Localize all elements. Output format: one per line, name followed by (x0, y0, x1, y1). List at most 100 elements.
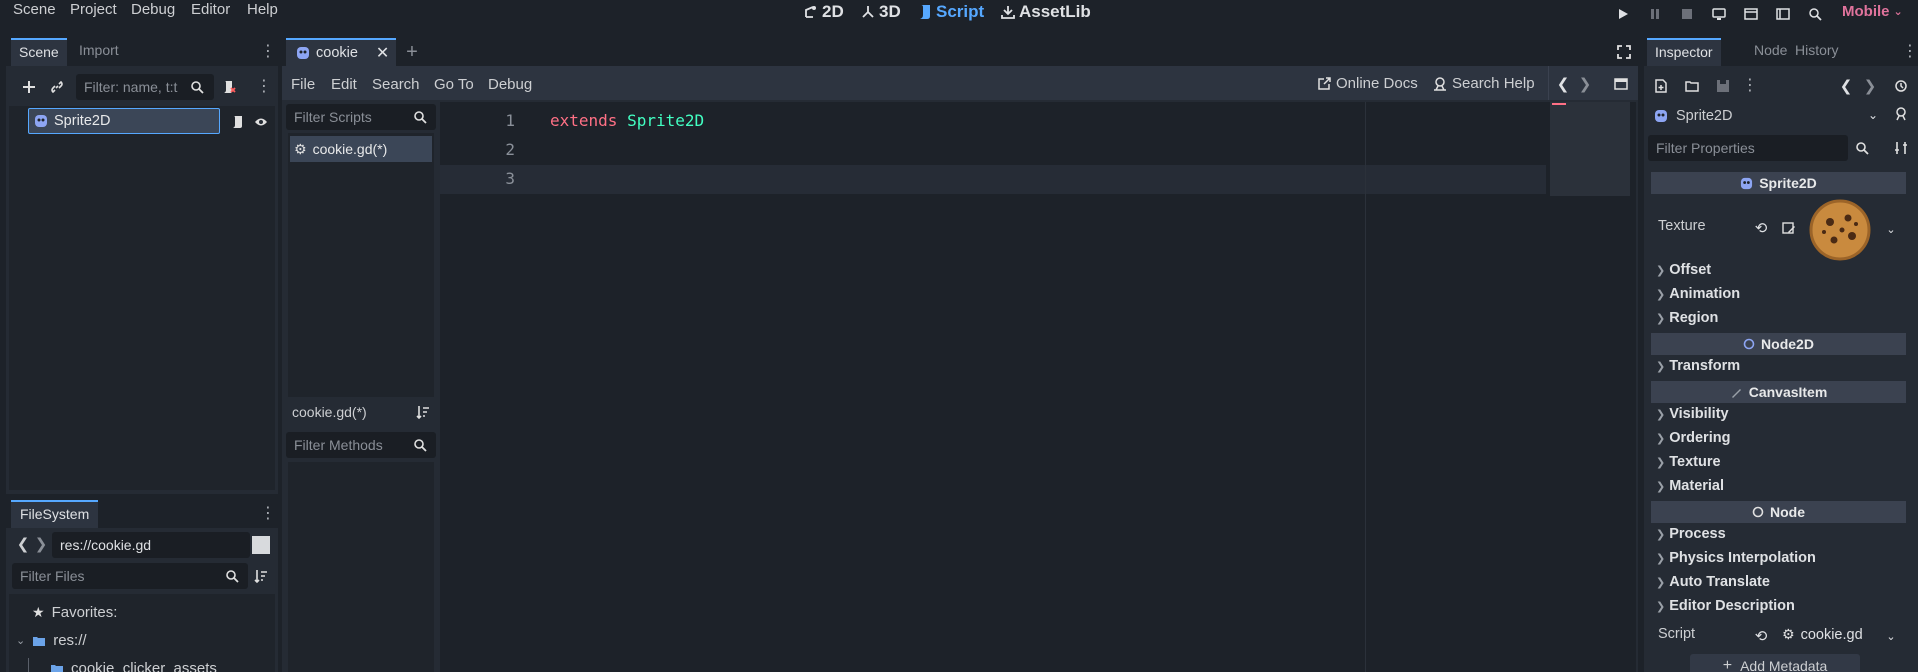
script-resource-field[interactable]: ⚙ cookie.gd (1782, 626, 1863, 643)
sort-icon[interactable] (414, 403, 432, 421)
menu-help[interactable]: Help (247, 1, 278, 18)
online-docs-button[interactable]: Online Docs (1318, 75, 1418, 92)
eye-icon[interactable] (253, 114, 269, 130)
scene-more-icon[interactable]: ⋮ (256, 79, 272, 95)
toggle-split-icon[interactable] (252, 536, 270, 554)
group-texture[interactable]: ❯ Texture (1656, 454, 1721, 470)
play-scene-icon[interactable] (1740, 4, 1762, 24)
menu-project[interactable]: Project (70, 1, 117, 18)
new-tab-icon[interactable]: + (402, 41, 422, 63)
workspace-2d-button[interactable]: 2D (804, 2, 844, 22)
property-options-icon[interactable] (1892, 139, 1910, 157)
new-resource-icon[interactable] (1651, 76, 1671, 96)
menu-debug[interactable]: Debug (131, 1, 175, 18)
dock-menu-icon[interactable]: ⋮ (260, 44, 276, 60)
workspace-script-button[interactable]: Script (918, 2, 984, 22)
methods-list (288, 462, 434, 672)
group-animation[interactable]: ❯ Animation (1656, 286, 1740, 302)
tab-filesystem[interactable]: FileSystem (11, 500, 99, 528)
next-script-icon[interactable]: ❯ (1578, 76, 1592, 93)
favorites-item[interactable]: ★ Favorites: (32, 604, 117, 621)
object-history-icon[interactable] (1892, 77, 1910, 95)
link-icon[interactable] (46, 76, 68, 98)
current-script-label: cookie.gd(*) (292, 404, 367, 420)
more-icon[interactable]: ⋮ (1742, 78, 1758, 94)
workspace-assetlib-button[interactable]: AssetLib (1001, 2, 1091, 22)
script-menu-search[interactable]: Search (372, 76, 420, 93)
tab-cookie[interactable]: cookie ✕ (286, 38, 396, 66)
chevron-down-icon[interactable]: ⌄ (1884, 628, 1898, 644)
section-node2d: Node2D (1651, 333, 1906, 355)
add-node-icon[interactable] (18, 76, 40, 98)
back-icon[interactable]: ❮ (16, 534, 30, 554)
history-back-icon[interactable]: ❮ (1839, 77, 1853, 95)
group-region[interactable]: ❯ Region (1656, 310, 1718, 326)
group-editor-description[interactable]: ❯ Editor Description (1656, 598, 1795, 614)
menu-scene[interactable]: Scene (13, 1, 56, 18)
tab-history[interactable]: History (1795, 42, 1839, 58)
minimap[interactable] (1550, 102, 1630, 196)
previous-script-icon[interactable]: ❮ (1556, 76, 1570, 93)
workspace-3d-button[interactable]: 3D (861, 2, 901, 22)
add-metadata-button[interactable]: + Add Metadata (1690, 654, 1860, 672)
toggle-scripts-panel-icon[interactable] (1612, 76, 1630, 92)
filesystem-dock: FileSystem ⋮ ❮ ❯ res://cookie.gd Filter … (6, 498, 278, 672)
group-process[interactable]: ❯ Process (1656, 526, 1726, 542)
tab-scene[interactable]: Scene (11, 38, 67, 66)
folder-icon (32, 635, 46, 647)
tab-inspector[interactable]: Inspector (1647, 38, 1721, 66)
close-icon[interactable]: ✕ (376, 43, 389, 63)
script-attached-icon[interactable] (230, 114, 246, 130)
play-icon[interactable] (1612, 4, 1634, 24)
stop-icon[interactable] (1676, 4, 1698, 24)
node-docs-icon[interactable] (1892, 105, 1910, 123)
tab-import[interactable]: Import (79, 42, 119, 58)
group-physics-interpolation[interactable]: ❯ Physics Interpolation (1656, 550, 1816, 566)
texture-edit-icon[interactable] (1780, 219, 1798, 237)
chevron-down-icon[interactable]: ⌄ (1864, 106, 1882, 124)
filter-files-input[interactable]: Filter Files (12, 563, 248, 589)
play-custom-scene-icon[interactable] (1772, 4, 1794, 24)
script-menu-debug[interactable]: Debug (488, 76, 532, 93)
distraction-free-icon[interactable] (1614, 42, 1634, 62)
2d-icon (804, 5, 818, 19)
renderer-dropdown[interactable]: Mobile ⌄ (1842, 3, 1903, 20)
open-folder-icon[interactable] (1682, 76, 1702, 96)
menu-editor[interactable]: Editor (191, 1, 230, 18)
save-icon[interactable] (1713, 76, 1733, 96)
tree-item-sprite2d[interactable]: Sprite2D (28, 108, 220, 134)
path-field[interactable]: res://cookie.gd (52, 532, 250, 558)
group-ordering[interactable]: ❯ Ordering (1656, 430, 1730, 446)
script-menu-goto[interactable]: Go To (434, 76, 474, 93)
tab-node[interactable]: Node (1754, 42, 1787, 58)
group-offset[interactable]: ❯ Offset (1656, 262, 1711, 278)
attach-script-icon[interactable] (218, 76, 240, 98)
movie-maker-icon[interactable] (1804, 4, 1826, 24)
node-selector[interactable]: Sprite2D (1650, 103, 1886, 129)
revert-icon[interactable]: ⟲ (1752, 627, 1770, 645)
forward-icon[interactable]: ❯ (34, 534, 48, 554)
pause-icon[interactable] (1644, 4, 1666, 24)
group-transform[interactable]: ❯ Transform (1656, 358, 1740, 374)
script-menu-file[interactable]: File (291, 76, 315, 93)
filter-properties-input[interactable]: Filter Properties (1648, 135, 1848, 161)
dock-menu-icon[interactable]: ⋮ (260, 506, 276, 522)
history-forward-icon[interactable]: ❯ (1863, 77, 1877, 95)
search-help-button[interactable]: Search Help (1433, 75, 1535, 92)
chevron-down-icon[interactable]: ⌄ (1884, 221, 1898, 237)
group-visibility[interactable]: ❯ Visibility (1656, 406, 1729, 422)
revert-icon[interactable]: ⟲ (1752, 219, 1770, 237)
star-icon: ★ (32, 604, 45, 620)
res-root-item[interactable]: ⌄ res:// (16, 632, 87, 649)
assets-folder-item[interactable]: cookie_clicker_assets (50, 660, 217, 672)
group-auto-translate[interactable]: ❯ Auto Translate (1656, 574, 1770, 590)
sort-icon[interactable] (252, 567, 270, 585)
help-search-icon (1433, 76, 1447, 91)
script-menu-edit[interactable]: Edit (331, 76, 357, 93)
cookie-texture-preview[interactable] (1804, 198, 1876, 262)
group-material[interactable]: ❯ Material (1656, 478, 1724, 494)
script-list-item[interactable]: ⚙ cookie.gd(*) (290, 136, 432, 162)
chevron-down-icon: ⌄ (16, 635, 26, 647)
dock-menu-icon[interactable]: ⋮ (1902, 44, 1918, 60)
remote-debug-icon[interactable] (1708, 4, 1730, 24)
